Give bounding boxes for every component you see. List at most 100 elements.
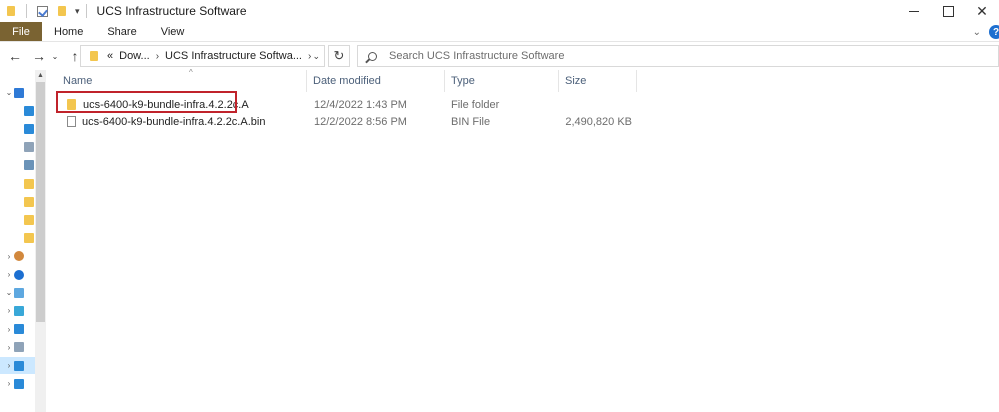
this-pc-icon xyxy=(14,287,24,298)
nav-item[interactable] xyxy=(0,139,35,156)
nav-item[interactable]: › xyxy=(0,321,35,338)
column-header-name-label: Name xyxy=(63,75,93,87)
search-box[interactable] xyxy=(357,45,999,67)
3d-objects-icon xyxy=(14,305,24,316)
breadcrumb-downloads[interactable]: Dow... xyxy=(119,50,150,62)
expand-ribbon-chevron-icon[interactable]: ⌄ xyxy=(973,27,981,38)
documents-icon xyxy=(24,142,34,153)
breadcrumb-separator[interactable]: › xyxy=(156,51,159,62)
toolbar-divider xyxy=(26,4,27,18)
title-bar: ▾ UCS Infrastructure Software ✕ xyxy=(0,0,999,22)
column-header-type[interactable]: Type xyxy=(445,70,559,92)
date-modified-cell: 12/4/2022 1:43 PM xyxy=(314,98,407,111)
close-button[interactable]: ✕ xyxy=(965,0,999,22)
breadcrumb-separator[interactable]: › xyxy=(308,51,311,62)
nav-item[interactable] xyxy=(0,120,35,137)
nav-item[interactable]: ⌄ xyxy=(0,284,35,301)
expand-chevron-icon[interactable]: › xyxy=(4,325,14,334)
nav-item[interactable] xyxy=(0,230,35,247)
downloads-icon xyxy=(14,360,24,371)
ribbon-tabs: File Home Share View ⌄ ? xyxy=(0,22,999,42)
minimize-button[interactable] xyxy=(897,0,931,22)
tab-view[interactable]: View xyxy=(149,22,197,41)
tab-home[interactable]: Home xyxy=(42,22,95,41)
documents-icon xyxy=(14,342,24,353)
expand-chevron-icon[interactable]: ⌄ xyxy=(4,88,14,97)
refresh-button[interactable]: ↻ xyxy=(328,45,350,67)
column-header-size[interactable]: Size xyxy=(559,70,637,92)
nav-item[interactable]: › xyxy=(0,248,35,265)
scroll-up-icon[interactable]: ▲ xyxy=(35,72,46,79)
back-button[interactable]: ← xyxy=(6,47,24,65)
nav-item[interactable]: › xyxy=(0,302,35,319)
nav-item[interactable]: › xyxy=(0,375,35,392)
scrollbar-thumb[interactable] xyxy=(36,82,45,322)
recent-locations-dropdown[interactable]: ⌄ xyxy=(50,47,60,65)
search-icon xyxy=(368,51,377,61)
nav-item[interactable]: › xyxy=(0,339,35,356)
music-icon xyxy=(14,378,24,389)
help-icon[interactable]: ? xyxy=(989,25,999,39)
window-controls: ✕ xyxy=(897,0,999,22)
column-header-size-label: Size xyxy=(565,75,587,87)
expand-chevron-icon[interactable]: › xyxy=(4,252,14,261)
file-name: ucs-6400-k9-bundle-infra.4.2.2c.A.bin xyxy=(82,115,266,128)
address-bar[interactable]: « Dow... › UCS Infrastructure Softwa... … xyxy=(80,45,325,67)
properties-icon[interactable] xyxy=(35,4,49,18)
nav-item[interactable]: ⌄ xyxy=(0,84,35,101)
nav-item[interactable] xyxy=(0,102,35,119)
navigation-pane: ▲ ⌄ › › ⌄ › › › › › xyxy=(0,70,47,412)
expand-chevron-icon[interactable]: › xyxy=(4,379,14,388)
column-header-date-label: Date modified xyxy=(313,75,381,87)
address-overflow[interactable]: « xyxy=(107,50,113,62)
title-divider xyxy=(85,4,87,18)
nav-item[interactable]: › xyxy=(0,357,35,374)
nav-item[interactable] xyxy=(0,175,35,192)
file-row[interactable]: ucs-6400-k9-bundle-infra.4.2.2c.A.bin 12… xyxy=(57,113,635,130)
search-input[interactable] xyxy=(389,50,949,62)
nav-item[interactable] xyxy=(0,193,35,210)
column-header-date-modified[interactable]: Date modified xyxy=(307,70,445,92)
folder-icon xyxy=(24,233,34,244)
downloads-icon xyxy=(24,123,34,134)
folder-icon xyxy=(24,178,34,189)
ribbon-right: ⌄ ? xyxy=(973,22,999,42)
folder-icon xyxy=(4,4,18,18)
window-title: UCS Infrastructure Software xyxy=(96,4,247,18)
address-history-dropdown-icon[interactable]: ⌄ xyxy=(312,51,320,62)
expand-chevron-icon[interactable]: › xyxy=(4,343,14,352)
navigation-pane-scrollbar[interactable]: ▲ xyxy=(35,70,46,412)
desktop-icon xyxy=(24,105,34,116)
file-icon xyxy=(67,116,76,127)
folder-icon xyxy=(24,196,34,207)
quick-access-toolbar: ▾ UCS Infrastructure Software xyxy=(0,0,247,22)
column-header-name[interactable]: ^ Name xyxy=(57,68,307,92)
expand-chevron-icon[interactable]: › xyxy=(4,270,14,279)
maximize-button[interactable] xyxy=(931,0,965,22)
onedrive-icon xyxy=(14,269,24,280)
file-name-cell[interactable]: ucs-6400-k9-bundle-infra.4.2.2c.A.bin xyxy=(67,113,265,130)
nav-item[interactable] xyxy=(0,211,35,228)
expand-chevron-icon[interactable]: › xyxy=(4,306,14,315)
nav-item[interactable] xyxy=(0,157,35,174)
folder-icon xyxy=(87,49,101,63)
forward-button[interactable]: → xyxy=(30,47,48,65)
expand-chevron-icon[interactable]: ⌄ xyxy=(4,288,14,297)
customize-toolbar-dropdown-icon[interactable]: ▾ xyxy=(75,6,80,17)
new-folder-icon[interactable] xyxy=(55,4,69,18)
navigation-bar: ← → ⌄ ↑ « Dow... › UCS Infrastructure So… xyxy=(0,42,999,70)
size-cell: 2,490,820 KB xyxy=(565,115,632,128)
sort-ascending-icon: ^ xyxy=(189,68,193,77)
highlight-annotation xyxy=(56,91,237,113)
date-modified-cell: 12/2/2022 8:56 PM xyxy=(314,115,407,128)
type-cell: BIN File xyxy=(451,115,491,128)
size-cell xyxy=(557,96,632,113)
tab-share[interactable]: Share xyxy=(95,22,148,41)
tab-file[interactable]: File xyxy=(0,22,42,41)
expand-chevron-icon[interactable]: › xyxy=(4,361,14,370)
breadcrumb-current[interactable]: UCS Infrastructure Softwa... xyxy=(165,50,302,62)
nav-item[interactable]: › xyxy=(0,266,35,283)
quick-access-icon xyxy=(14,87,24,98)
desktop-icon xyxy=(14,324,24,335)
type-cell: File folder xyxy=(451,98,500,111)
